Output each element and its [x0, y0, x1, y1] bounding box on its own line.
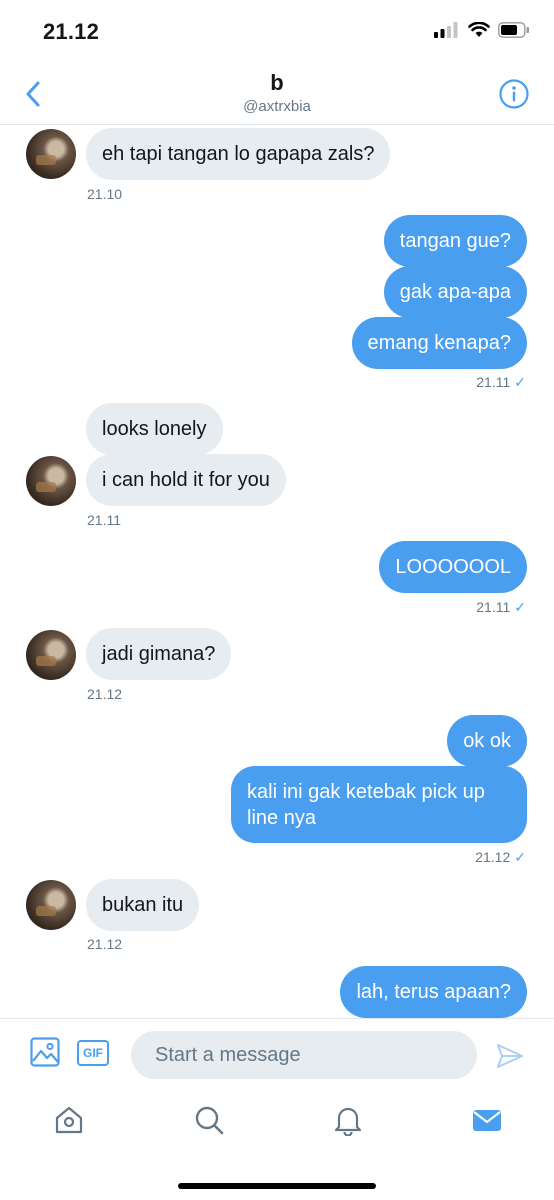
messages-icon[interactable] — [471, 1104, 503, 1136]
status-icons — [434, 22, 530, 38]
status-bar: 21.12 — [0, 0, 554, 64]
timestamp-text: 21.11 — [476, 374, 511, 390]
home-indicator[interactable] — [178, 1183, 376, 1189]
avatar[interactable] — [26, 630, 76, 680]
message-bubble-outgoing[interactable]: kali ini gak ketebak pick up line nya — [231, 766, 527, 843]
message-timestamp: 21.11 ✓ — [476, 374, 526, 391]
send-icon[interactable] — [495, 1041, 525, 1071]
search-icon[interactable] — [193, 1104, 225, 1136]
message-input[interactable] — [131, 1031, 477, 1079]
message-bubble-incoming[interactable]: eh tapi tangan lo gapapa zals? — [86, 128, 391, 180]
message-bubble-outgoing[interactable]: LOOOOOOL — [379, 541, 527, 593]
conversation-name[interactable]: b — [0, 70, 554, 96]
message-bubble-incoming[interactable]: looks lonely — [86, 403, 223, 455]
message-list[interactable]: eh tapi tangan lo gapapa zals? 21.10 tan… — [0, 125, 554, 1018]
sent-check-icon: ✓ — [514, 599, 526, 615]
info-icon[interactable] — [498, 78, 530, 110]
message-timestamp: 21.12 — [87, 936, 123, 952]
signal-icon — [434, 22, 458, 38]
sent-check-icon: ✓ — [514, 374, 526, 390]
message-timestamp: 21.12 ✓ — [475, 849, 526, 866]
image-icon[interactable] — [30, 1037, 60, 1067]
conversation-handle[interactable]: @axtrxbia — [0, 98, 554, 115]
message-bubble-outgoing[interactable]: gak apa-apa — [383, 266, 527, 318]
notifications-icon[interactable] — [332, 1104, 364, 1136]
timestamp-text: 21.11 — [476, 599, 511, 615]
battery-icon — [498, 22, 529, 38]
conversation-header: b @axtrxbia — [0, 64, 554, 125]
message-timestamp: 21.10 — [87, 186, 123, 202]
home-icon[interactable] — [53, 1104, 85, 1136]
avatar[interactable] — [26, 880, 76, 930]
timestamp-text: 21.12 — [475, 849, 511, 865]
gif-label: GIF — [83, 1046, 103, 1060]
message-bubble-outgoing[interactable]: tangan gue? — [383, 215, 527, 267]
wifi-icon — [468, 22, 490, 37]
message-bubble-outgoing[interactable]: ok ok — [447, 715, 527, 767]
message-timestamp: 21.11 — [87, 512, 121, 528]
message-composer: GIF — [0, 1018, 554, 1093]
message-timestamp: 21.11 ✓ — [476, 599, 526, 616]
sent-check-icon: ✓ — [514, 849, 526, 865]
message-bubble-outgoing[interactable]: emang kenapa? — [351, 317, 527, 369]
message-bubble-outgoing[interactable]: lah, terus apaan? — [340, 966, 527, 1018]
gif-icon[interactable]: GIF — [77, 1040, 109, 1066]
avatar[interactable] — [26, 129, 76, 179]
message-bubble-incoming[interactable]: jadi gimana? — [86, 628, 232, 680]
status-time: 21.12 — [43, 19, 100, 44]
avatar[interactable] — [26, 456, 76, 506]
message-bubble-incoming[interactable]: i can hold it for you — [86, 454, 286, 506]
message-timestamp: 21.12 — [87, 686, 123, 702]
message-bubble-incoming[interactable]: bukan itu — [86, 879, 200, 931]
